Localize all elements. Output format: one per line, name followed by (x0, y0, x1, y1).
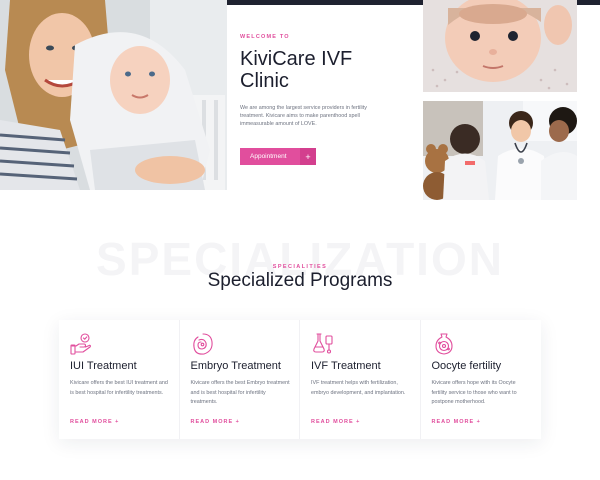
oocyte-icon (434, 333, 453, 355)
section-title: Specialized Programs (207, 270, 393, 291)
iui-hands-icon (70, 333, 91, 355)
hero-eyebrow: WELCOME TO (240, 34, 290, 40)
read-more-link[interactable]: READ MORE + (311, 419, 360, 425)
doctor-with-child-photo (423, 101, 577, 200)
top-dark-bar (227, 0, 423, 5)
top-dark-bar-right (577, 0, 600, 5)
read-more-link[interactable]: READ MORE + (432, 419, 481, 425)
hero-title: KiviCare IVF Clinic (240, 48, 353, 92)
card-description: IVF treatment helps with fertilization, … (311, 380, 406, 396)
plus-icon: + (300, 148, 316, 165)
programs-card-row: IUI Treatment Kivicare offers the best I… (59, 320, 541, 439)
appointment-button[interactable]: Appointment + (240, 148, 316, 165)
mother-with-baby-photo (0, 0, 227, 190)
appointment-button-label: Appointment (250, 153, 287, 160)
card-title: Embryo Treatment (190, 360, 281, 372)
program-card-ivf: IVF Treatment IVF treatment helps with f… (300, 320, 421, 439)
hero-description: We are among the largest service provide… (240, 105, 367, 127)
card-description: Kivicare offers hope with its Oocyte fer… (431, 380, 517, 405)
embryo-icon (192, 333, 213, 355)
hero-text-block: WELCOME TO KiviCare IVF Clinic We are am… (240, 34, 410, 165)
card-description: Kivicare offers the best IUI treatment a… (70, 380, 168, 396)
program-card-embryo: Embryo Treatment Kivicare offers the bes… (180, 320, 300, 439)
read-more-link[interactable]: READ MORE + (191, 419, 240, 425)
program-card-oocyte: Oocyte fertility Kivicare offers hope wi… (421, 320, 542, 439)
card-title: Oocyte fertility (431, 360, 502, 372)
program-card-iui: IUI Treatment Kivicare offers the best I… (59, 320, 180, 439)
read-more-link[interactable]: READ MORE + (70, 419, 119, 425)
card-title: IUI Treatment (70, 360, 137, 372)
card-description: Kivicare offers the best Embryo treatmen… (190, 380, 290, 405)
baby-lying-photo (423, 0, 577, 92)
ivf-lab-icon (313, 333, 333, 354)
card-title: IVF Treatment (311, 360, 381, 372)
hero-section: WELCOME TO KiviCare IVF Clinic We are am… (0, 0, 600, 205)
